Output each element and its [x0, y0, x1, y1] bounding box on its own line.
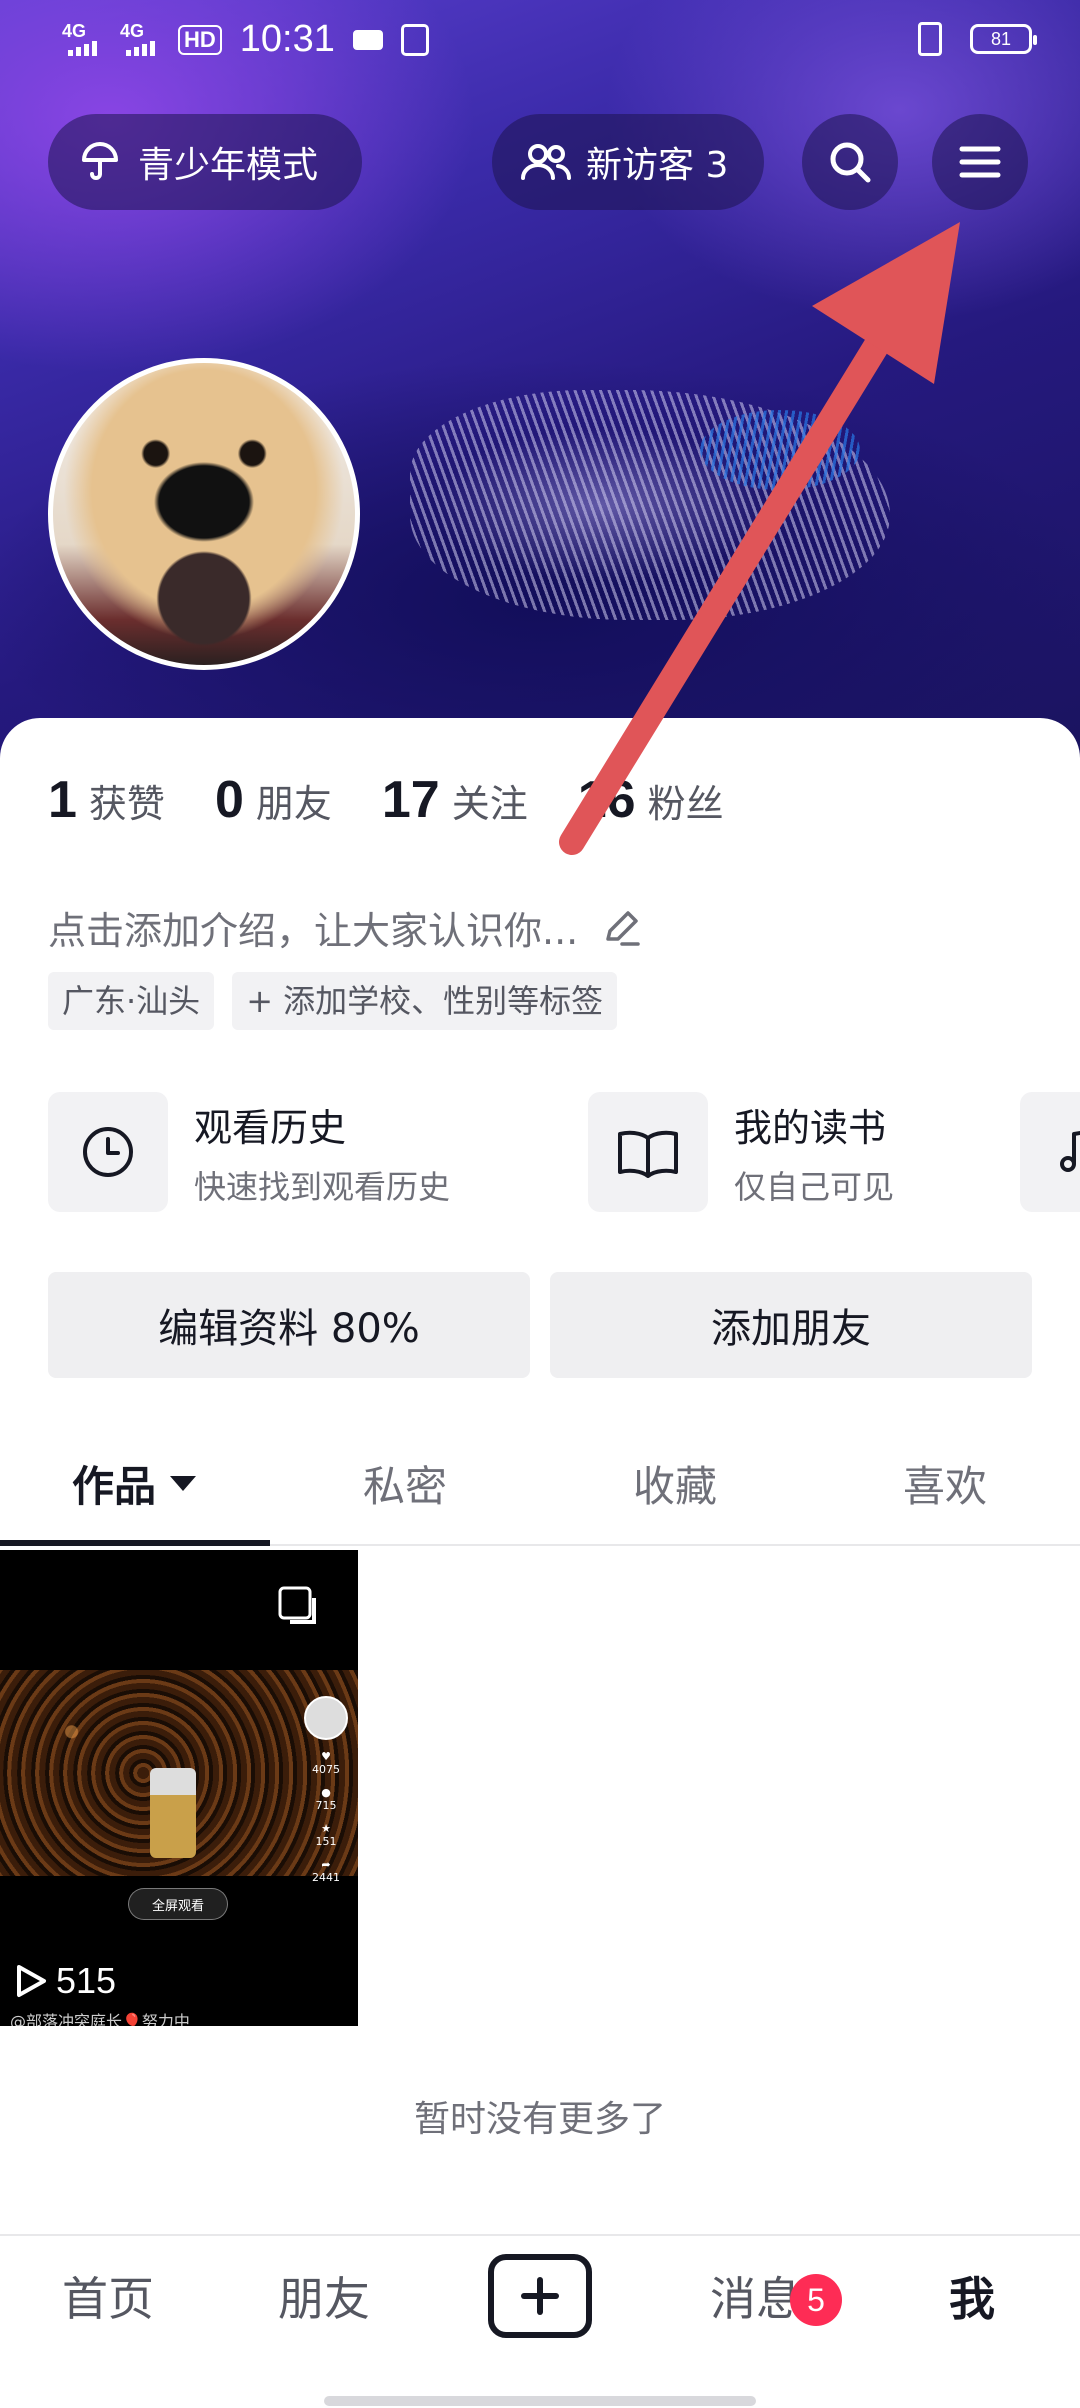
video-object [150, 1768, 196, 1858]
status-bar: 4G 4G HD 10:31 81 [0, 0, 1080, 80]
bio-placeholder: 点击添加介绍，让大家认识你... [48, 909, 579, 953]
tab-label: 作品 [71, 1461, 156, 1511]
tab-indicator [0, 1540, 270, 1546]
bottom-navigation: 首页 朋友 消息 5 我 [0, 2234, 1080, 2408]
book-icon [588, 1092, 708, 1212]
tab-favorites[interactable]: 收藏 [540, 1420, 810, 1546]
add-friends-button[interactable]: 添加朋友 [550, 1272, 1032, 1378]
stat-followers[interactable]: 16 粉丝 [578, 770, 724, 830]
my-reading-shortcut[interactable]: 我的读书 仅自己可见 [588, 1092, 894, 1212]
caret-down-icon [170, 1476, 196, 1491]
video-caption: @部落冲突庭长🎈努力中 [10, 2012, 190, 2026]
umbrella-icon [82, 142, 118, 180]
watch-history-shortcut[interactable]: 观看历史 快速找到观看历史 [48, 1092, 450, 1212]
location-tag[interactable]: 广东·汕头 [48, 972, 215, 1030]
hd-voice-icon: HD [178, 24, 222, 55]
add-tags-button[interactable]: + 添加学校、性别等标签 [232, 972, 618, 1030]
signal-icon: 4G [62, 20, 112, 60]
bio-field[interactable]: 点击添加介绍，让大家认识你... [48, 900, 642, 955]
search-button[interactable] [802, 114, 898, 210]
new-visitors-button[interactable]: 新访客 3 [492, 114, 764, 210]
new-visitors-label: 新访客 3 [586, 145, 729, 186]
search-icon [830, 142, 871, 183]
share-icon: ➦ 2441 [312, 1858, 340, 1884]
tags-row: 广东·汕头 + 添加学校、性别等标签 [48, 972, 618, 1030]
nav-friends[interactable]: 朋友 [216, 2236, 432, 2356]
teen-mode-button[interactable]: 青少年模式 [48, 114, 362, 210]
tab-likes[interactable]: 喜欢 [810, 1420, 1080, 1546]
clock-icon [48, 1092, 168, 1212]
tab-works[interactable]: 作品 [0, 1420, 270, 1546]
people-icon [521, 144, 572, 180]
messages-badge: 5 [790, 2274, 842, 2326]
fullscreen-watch-chip: 全屏观看 [128, 1888, 228, 1920]
shortcut-title: 我的读书 [734, 1105, 887, 1150]
shortcuts-row: 观看历史 快速找到观看历史 我的读书 仅自己可见 [48, 1092, 1080, 1212]
music-note-icon [1020, 1092, 1080, 1212]
redacted-username-mark [700, 410, 860, 490]
heart-icon: ♥ 4075 [312, 1750, 340, 1776]
stat-friends[interactable]: 0 朋友 [215, 770, 332, 830]
multi-image-icon [278, 1586, 316, 1624]
shortcut-subtitle: 仅自己可见 [734, 1167, 895, 1206]
home-indicator [324, 2396, 756, 2406]
play-count-value: 515 [56, 1960, 117, 2001]
clock: 10:31 [239, 18, 335, 60]
nav-create[interactable] [432, 2236, 648, 2356]
video-thumbnail[interactable]: ♥ 4075 ● 715 ★ 151 ➦ 2441 全屏观看 515 @部落冲突庭长🎈努… [0, 1550, 358, 2026]
end-of-list-text: 暂时没有更多了 [413, 2099, 666, 2140]
content-tabs: 作品 私密 收藏 喜欢 [0, 1420, 1080, 1546]
tab-private[interactable]: 私密 [270, 1420, 540, 1546]
nav-me[interactable]: 我 [864, 2236, 1080, 2356]
menu-button[interactable] [932, 114, 1028, 210]
stat-following[interactable]: 17 关注 [382, 770, 528, 830]
comment-icon: ● 715 [315, 1786, 337, 1812]
stat-likes[interactable]: 1 获赞 [48, 770, 165, 830]
plus-icon [488, 2254, 592, 2338]
star-icon: ★ 151 [315, 1822, 337, 1848]
play-icon [17, 1965, 46, 1997]
avatar[interactable] [48, 358, 360, 670]
teen-mode-label: 青少年模式 [138, 145, 319, 186]
video-camera-icon [352, 29, 383, 50]
creator-avatar-icon [304, 1696, 348, 1740]
play-count: 515 [14, 1960, 116, 2002]
vibrate-icon [918, 22, 942, 56]
nav-home[interactable]: 首页 [0, 2236, 216, 2356]
sim-card-icon [400, 23, 429, 56]
shortcut-subtitle: 快速找到观看历史 [194, 1167, 451, 1206]
shortcut-title: 观看历史 [194, 1105, 347, 1150]
edit-profile-button[interactable]: 编辑资料 80% [48, 1272, 530, 1378]
hamburger-menu-icon [959, 146, 1001, 178]
battery-icon: 81 [970, 24, 1037, 54]
stats-row: 1 获赞 0 朋友 17 关注 16 粉丝 [48, 770, 774, 830]
video-side-actions: ♥ 4075 ● 715 ★ 151 ➦ 2441 [302, 1696, 350, 1894]
music-shortcut[interactable] [1020, 1092, 1080, 1212]
pencil-icon [606, 910, 640, 946]
signal-icon-2: 4G [120, 20, 170, 60]
